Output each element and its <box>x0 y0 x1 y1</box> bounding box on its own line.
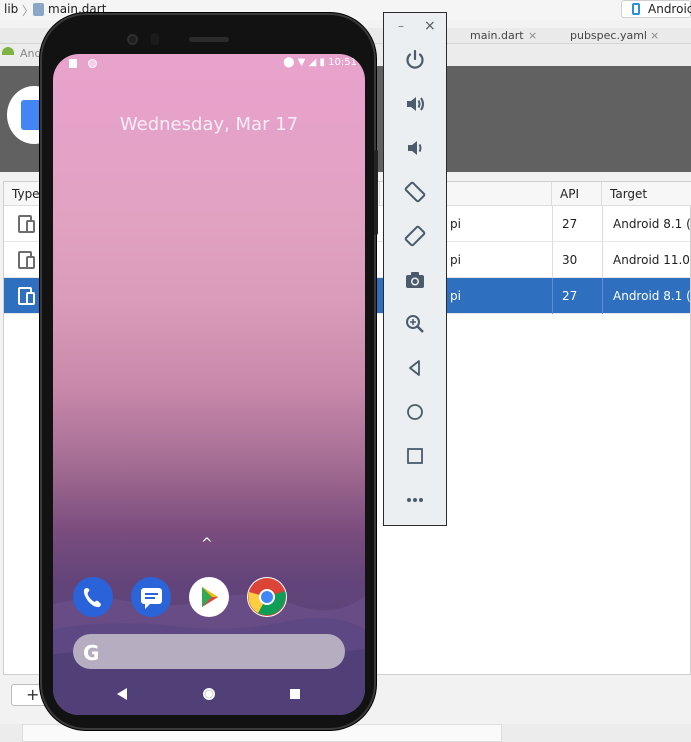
avd-name: pi <box>450 289 461 303</box>
tab-main-dart[interactable]: main.dart <box>470 29 524 42</box>
lockscreen-date: Wednesday, Mar 17 <box>119 114 299 135</box>
column-api[interactable]: API <box>552 182 602 206</box>
swipe-up-icon[interactable]: ^ <box>201 536 213 552</box>
wifi-icon: ▼ <box>297 57 306 68</box>
phone-app-icon[interactable] <box>73 577 113 617</box>
nav-overview-icon[interactable] <box>290 689 300 699</box>
rotate-left-icon[interactable] <box>402 179 428 205</box>
messages-app-icon[interactable] <box>131 577 171 617</box>
android-icon <box>2 47 14 55</box>
minimize-button[interactable]: – <box>398 19 404 33</box>
dart-file-icon <box>33 3 44 16</box>
notification-dot-icon <box>88 59 97 68</box>
avd-name: pi <box>450 253 461 267</box>
rotate-right-icon[interactable] <box>402 223 428 249</box>
device-selector-label: Androic <box>648 2 691 16</box>
emulator-screen[interactable]: ⬤ ▼ ◢ ▮ 10:51 Wednesday, Mar 17 ^ G <box>53 54 365 715</box>
avd-target: Android 11.0 (Go <box>613 253 691 267</box>
column-target[interactable]: Target <box>602 182 691 206</box>
avd-target: Android 8.1 (Go <box>613 289 691 303</box>
status-time: 10:51 <box>328 57 357 68</box>
location-icon: ⬤ <box>283 57 295 68</box>
tab-close-icon[interactable]: × <box>650 29 659 42</box>
google-g-icon: G <box>83 641 100 665</box>
close-button[interactable]: × <box>424 18 436 34</box>
earpiece <box>189 37 229 42</box>
back-icon[interactable] <box>402 355 428 381</box>
play-store-app-icon[interactable] <box>189 577 229 617</box>
more-icon[interactable] <box>402 487 428 513</box>
nav-home-icon[interactable] <box>203 688 215 700</box>
avd-header-title: And <box>20 47 42 60</box>
avd-target: Android 8.1 (Go <box>613 217 691 231</box>
front-camera-icon <box>127 34 138 45</box>
avd-api: 30 <box>562 253 578 267</box>
camera-icon[interactable] <box>402 267 428 293</box>
navigation-bar <box>117 688 300 700</box>
chrome-app-icon[interactable] <box>247 577 287 617</box>
home-icon[interactable] <box>402 399 428 425</box>
device-type-icon <box>18 251 38 269</box>
status-icons: ⬤ ▼ ◢ ▮ 10:51 <box>283 57 357 68</box>
device-type-icon <box>18 287 38 305</box>
side-button <box>374 150 378 235</box>
volume-up-icon[interactable] <box>402 91 428 117</box>
signal-icon: ◢ <box>308 57 317 68</box>
device-type-icon <box>18 215 38 233</box>
overview-icon[interactable] <box>402 443 428 469</box>
tab-close-icon[interactable]: × <box>528 29 537 42</box>
battery-icon: ▮ <box>319 57 325 68</box>
tab-pubspec[interactable]: pubspec.yaml <box>570 29 647 42</box>
phone-icon <box>632 3 640 15</box>
zoom-icon[interactable] <box>402 311 428 337</box>
google-search-bar[interactable]: G <box>73 634 345 669</box>
nav-back-icon[interactable] <box>117 688 127 700</box>
status-bar: ⬤ ▼ ◢ ▮ 10:51 <box>53 54 365 74</box>
sensor <box>151 33 159 45</box>
emulator-toolbar: – × <box>383 12 447 526</box>
avd-name: pi <box>450 217 461 231</box>
avd-api: 27 <box>562 289 578 303</box>
sd-card-icon <box>69 59 77 68</box>
power-icon[interactable] <box>402 47 428 73</box>
avd-api: 27 <box>562 217 578 231</box>
volume-down-icon[interactable] <box>402 135 428 161</box>
breadcrumb-lib[interactable]: lib <box>4 2 18 16</box>
device-selector[interactable]: Androic <box>621 0 691 18</box>
